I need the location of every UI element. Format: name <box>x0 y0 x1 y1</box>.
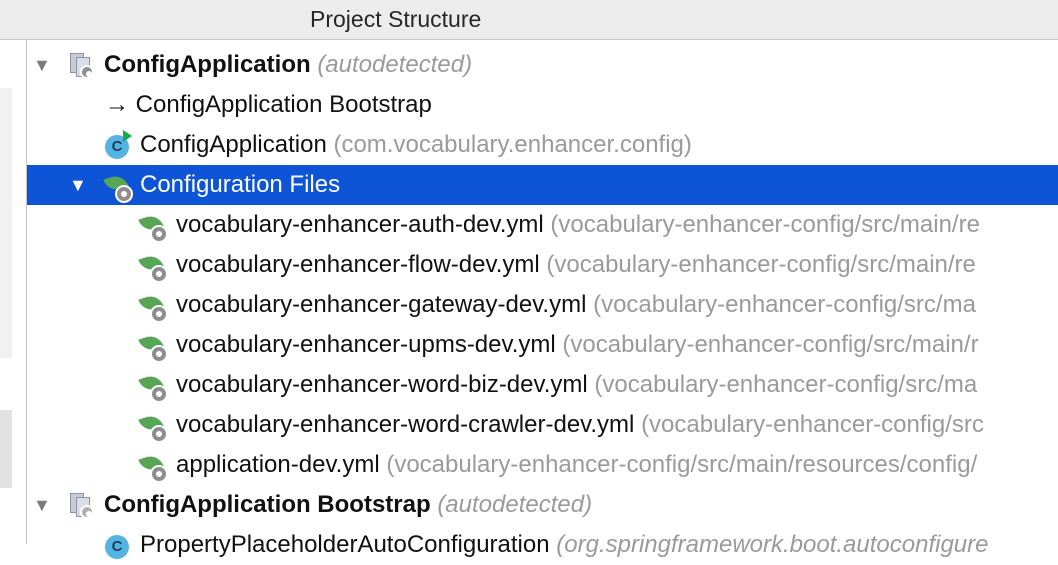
triangle-down-icon[interactable]: ▼ <box>69 165 87 205</box>
spring-leaf-icon <box>138 292 168 323</box>
module-icon <box>70 493 96 519</box>
tree-row-config-file[interactable]: vocabulary-enhancer-gateway-dev.yml (voc… <box>27 285 1058 325</box>
spring-leaf-icon <box>138 452 168 483</box>
file-name: vocabulary-enhancer-upms-dev.yml <box>176 331 556 358</box>
tree-row-config-application[interactable]: ▼ ConfigApplication (autodetected) <box>27 45 1058 85</box>
file-name: application-dev.yml <box>176 451 380 478</box>
file-path: (vocabulary-enhancer-config/src <box>641 411 984 438</box>
tree-row-path: (org.springframework.boot.autoconfigure <box>556 531 989 558</box>
spring-leaf-icon <box>138 212 168 243</box>
file-name: vocabulary-enhancer-word-crawler-dev.yml <box>176 411 635 438</box>
tree-row-suffix: (autodetected) <box>437 491 593 518</box>
file-path: (vocabulary-enhancer-config/src/main/res… <box>386 451 978 478</box>
tree-row-label: ConfigApplication <box>140 131 327 158</box>
left-strip-selection <box>0 410 12 488</box>
tree-row-config-file[interactable]: vocabulary-enhancer-word-crawler-dev.yml… <box>27 405 1058 445</box>
file-name: vocabulary-enhancer-gateway-dev.yml <box>176 291 587 318</box>
tree-row-label: ConfigApplication <box>104 51 311 78</box>
title-bar: Project Structure <box>0 0 1058 40</box>
tree-row-label: ConfigApplication Bootstrap <box>135 91 432 118</box>
window-title: Project Structure <box>310 6 482 32</box>
tree-row-suffix: (autodetected) <box>317 51 473 78</box>
triangle-down-icon[interactable]: ▼ <box>33 485 51 525</box>
file-path: (vocabulary-enhancer-config/src/ma <box>594 371 978 398</box>
file-path: (vocabulary-enhancer-config/src/ma <box>593 291 976 318</box>
spring-leaf-icon <box>138 372 168 403</box>
class-icon: C <box>105 130 132 159</box>
tree-row-label: ConfigApplication Bootstrap <box>104 491 431 518</box>
tree-row-label: Configuration Files <box>140 171 341 198</box>
tree-row-autoconfig-class[interactable]: C PropertyPlaceholderAutoConfiguration (… <box>27 525 1058 565</box>
tree-row-config-file[interactable]: vocabulary-enhancer-auth-dev.yml (vocabu… <box>27 205 1058 245</box>
facet-tree[interactable]: ▼ ConfigApplication (autodetected) → Con… <box>27 45 1058 565</box>
tree-row-config-file[interactable]: vocabulary-enhancer-flow-dev.yml (vocabu… <box>27 245 1058 285</box>
left-panel-strip <box>0 40 27 544</box>
file-path: (vocabulary-enhancer-config/src/main/re <box>550 211 980 238</box>
file-name: vocabulary-enhancer-word-biz-dev.yml <box>176 371 588 398</box>
spring-leaf-icon <box>138 252 168 283</box>
triangle-down-icon[interactable]: ▼ <box>33 45 51 85</box>
spring-config-group-icon <box>103 172 133 203</box>
tree-row-bootstrap-link[interactable]: → ConfigApplication Bootstrap <box>27 85 1058 125</box>
tree-row-configuration-files[interactable]: ▼ Configuration Files <box>27 165 1058 205</box>
tree-row-config-file[interactable]: vocabulary-enhancer-upms-dev.yml (vocabu… <box>27 325 1058 365</box>
module-icon <box>70 53 96 79</box>
tree-row-path: (com.vocabulary.enhancer.config) <box>333 131 692 158</box>
tree-row-config-file[interactable]: vocabulary-enhancer-word-biz-dev.yml (vo… <box>27 365 1058 405</box>
tree-row-config-application-bootstrap[interactable]: ▼ ConfigApplication Bootstrap (autodetec… <box>27 485 1058 525</box>
file-name: vocabulary-enhancer-auth-dev.yml <box>176 211 544 238</box>
file-name: vocabulary-enhancer-flow-dev.yml <box>176 251 540 278</box>
left-strip-highlight <box>0 88 12 358</box>
arrow-right-icon: → <box>105 91 129 118</box>
tree-row-label: PropertyPlaceholderAutoConfiguration <box>140 531 550 558</box>
file-path: (vocabulary-enhancer-config/src/main/re <box>546 251 976 278</box>
spring-leaf-icon <box>138 332 168 363</box>
file-path: (vocabulary-enhancer-config/src/main/r <box>562 331 979 358</box>
tree-row-config-file[interactable]: application-dev.yml (vocabulary-enhancer… <box>27 445 1058 485</box>
spring-leaf-icon <box>138 412 168 443</box>
class-icon: C <box>105 533 131 559</box>
tree-row-main-class[interactable]: C ConfigApplication (com.vocabulary.enha… <box>27 125 1058 165</box>
